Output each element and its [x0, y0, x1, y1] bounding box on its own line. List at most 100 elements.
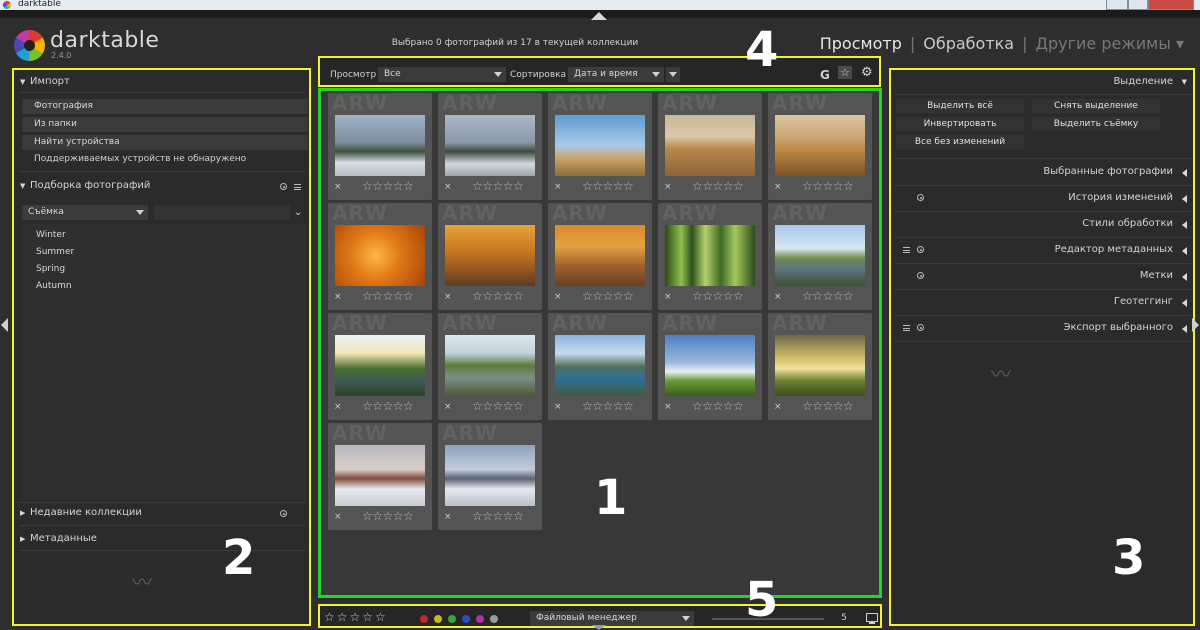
reject-icon[interactable]: ×	[554, 182, 562, 192]
collapse-top-panel-arrow-icon[interactable]	[591, 12, 607, 20]
scan-devices-button[interactable]: Найти устройства	[22, 135, 308, 150]
invert-selection-button[interactable]: Инвертировать	[896, 117, 1024, 131]
maximize-button[interactable]	[1128, 0, 1148, 10]
color-label-purple[interactable]	[476, 615, 484, 623]
reset-icon[interactable]	[280, 183, 287, 190]
grouping-icon[interactable]: G	[820, 68, 830, 82]
reject-icon[interactable]: ×	[664, 182, 672, 192]
thumbnail[interactable]: ARW × ☆☆☆☆☆	[438, 313, 542, 420]
star-rating[interactable]: ☆☆☆☆☆	[582, 399, 634, 413]
import-photo-button[interactable]: Фотография	[22, 99, 308, 114]
thumbnail[interactable]: ARW × ☆☆☆☆☆	[438, 93, 542, 200]
list-item[interactable]: Summer	[36, 247, 74, 257]
reject-icon[interactable]: ×	[334, 402, 342, 412]
star-rating[interactable]: ☆☆☆☆☆	[582, 179, 634, 193]
layout-combo[interactable]: Файловый менеджер	[530, 611, 694, 626]
section-metadata-editor[interactable]: Редактор метаданных	[895, 238, 1191, 262]
star-rating[interactable]: ☆☆☆☆☆	[472, 509, 524, 523]
zoom-value[interactable]: 5	[834, 613, 854, 623]
select-header[interactable]: Выделение ▼	[895, 70, 1191, 94]
star-rating[interactable]: ☆☆☆☆☆	[472, 179, 524, 193]
reject-icon[interactable]: ×	[774, 182, 782, 192]
reject-icon[interactable]: ×	[444, 182, 452, 192]
import-folder-button[interactable]: Из папки	[22, 117, 308, 132]
star-rating[interactable]: ☆☆☆☆☆	[362, 399, 414, 413]
import-header[interactable]: ▼ Импорт	[20, 73, 305, 91]
thumbnail[interactable]: ARW × ☆☆☆☆☆	[658, 203, 762, 310]
view-other-modes[interactable]: Другие режимы ▾	[1036, 34, 1185, 53]
thumbnail[interactable]: ARW × ☆☆☆☆☆	[768, 313, 872, 420]
select-untouched-button[interactable]: Все без изменений	[896, 135, 1024, 149]
presets-icon[interactable]	[903, 325, 910, 331]
star-rating[interactable]: ☆☆☆☆☆	[802, 289, 854, 303]
section-selected-images[interactable]: Выбранные фотографии	[895, 160, 1191, 184]
minimize-button[interactable]	[1106, 0, 1128, 10]
select-all-button[interactable]: Выделить всё	[896, 99, 1024, 113]
metadata-header[interactable]: ▶ Метаданные	[20, 530, 305, 548]
chevron-down-icon[interactable]: ⌄	[294, 207, 302, 218]
reject-icon[interactable]: ×	[444, 402, 452, 412]
star-rating[interactable]: ☆☆☆☆☆	[362, 179, 414, 193]
view-filter-combo[interactable]: Все	[378, 67, 506, 82]
star-rating[interactable]: ☆☆☆☆☆	[692, 399, 744, 413]
presets-icon[interactable]	[294, 184, 301, 190]
select-none-button[interactable]: Снять выделение	[1032, 99, 1160, 113]
thumbnail[interactable]: ARW × ☆☆☆☆☆	[328, 423, 432, 530]
thumbnail[interactable]: ARW × ☆☆☆☆☆	[328, 313, 432, 420]
thumbnail[interactable]: ARW × ☆☆☆☆☆	[658, 93, 762, 200]
close-button[interactable]	[1148, 0, 1194, 10]
thumbnail[interactable]: ARW × ☆☆☆☆☆	[548, 203, 652, 310]
star-rating[interactable]: ☆☆☆☆☆	[692, 179, 744, 193]
collapse-right-panel-arrow-icon[interactable]	[1192, 318, 1199, 332]
reset-icon[interactable]	[917, 246, 924, 253]
presets-icon[interactable]	[903, 247, 910, 253]
thumbnail[interactable]: ARW × ☆☆☆☆☆	[328, 93, 432, 200]
collect-search-input[interactable]	[154, 205, 290, 220]
gear-icon[interactable]: ⚙	[861, 65, 873, 80]
reject-icon[interactable]: ×	[664, 402, 672, 412]
star-rating[interactable]: ☆☆☆☆☆	[472, 399, 524, 413]
list-item[interactable]: Winter	[36, 230, 66, 240]
list-item[interactable]: Autumn	[36, 281, 72, 291]
star-rating[interactable]: ☆☆☆☆☆	[362, 509, 414, 523]
star-rating[interactable]: ☆☆☆☆☆	[802, 399, 854, 413]
color-label-yellow[interactable]	[434, 615, 442, 623]
reset-icon[interactable]	[917, 272, 924, 279]
sort-combo[interactable]: Дата и время	[568, 67, 664, 82]
reset-icon[interactable]	[917, 324, 924, 331]
reject-icon[interactable]: ×	[774, 292, 782, 302]
reject-icon[interactable]: ×	[334, 182, 342, 192]
color-label-red[interactable]	[420, 615, 428, 623]
reject-icon[interactable]: ×	[554, 402, 562, 412]
star-rating[interactable]: ☆☆☆☆☆	[472, 289, 524, 303]
overlay-star-icon[interactable]: ☆	[838, 66, 852, 79]
thumbnail[interactable]: ARW × ☆☆☆☆☆	[768, 93, 872, 200]
display-monitor-icon[interactable]	[866, 613, 878, 624]
section-styles[interactable]: Стили обработки	[895, 212, 1191, 236]
reject-icon[interactable]: ×	[334, 512, 342, 522]
thumbnail[interactable]: ARW × ☆☆☆☆☆	[438, 203, 542, 310]
thumbnail[interactable]: ARW × ☆☆☆☆☆	[438, 423, 542, 530]
collect-header[interactable]: ▼ Подборка фотографий	[20, 177, 305, 195]
reject-icon[interactable]: ×	[554, 292, 562, 302]
section-tagging[interactable]: Метки	[895, 264, 1191, 288]
thumbnail[interactable]: ARW × ☆☆☆☆☆	[768, 203, 872, 310]
color-label-green[interactable]	[448, 615, 456, 623]
section-geotagging[interactable]: Геотеггинг	[895, 290, 1191, 314]
section-export[interactable]: Экспорт выбранного	[895, 316, 1191, 340]
reject-icon[interactable]: ×	[444, 512, 452, 522]
star-rating[interactable]: ☆☆☆☆☆	[692, 289, 744, 303]
color-label-blue[interactable]	[462, 615, 470, 623]
reject-icon[interactable]: ×	[444, 292, 452, 302]
reject-icon[interactable]: ×	[664, 292, 672, 302]
reset-icon[interactable]	[917, 194, 924, 201]
collapse-bottom-panel-arrow-icon[interactable]	[592, 625, 606, 630]
thumbnail[interactable]: ARW × ☆☆☆☆☆	[658, 313, 762, 420]
select-film-roll-button[interactable]: Выделить съёмку	[1032, 117, 1160, 131]
collapse-left-panel-arrow-icon[interactable]	[1, 318, 8, 332]
reject-icon[interactable]: ×	[334, 292, 342, 302]
collect-property-combo[interactable]: Съёмка	[22, 205, 148, 220]
section-history[interactable]: История изменений	[895, 186, 1191, 210]
star-rating[interactable]: ☆☆☆☆☆	[362, 289, 414, 303]
list-item[interactable]: Spring	[36, 264, 65, 274]
